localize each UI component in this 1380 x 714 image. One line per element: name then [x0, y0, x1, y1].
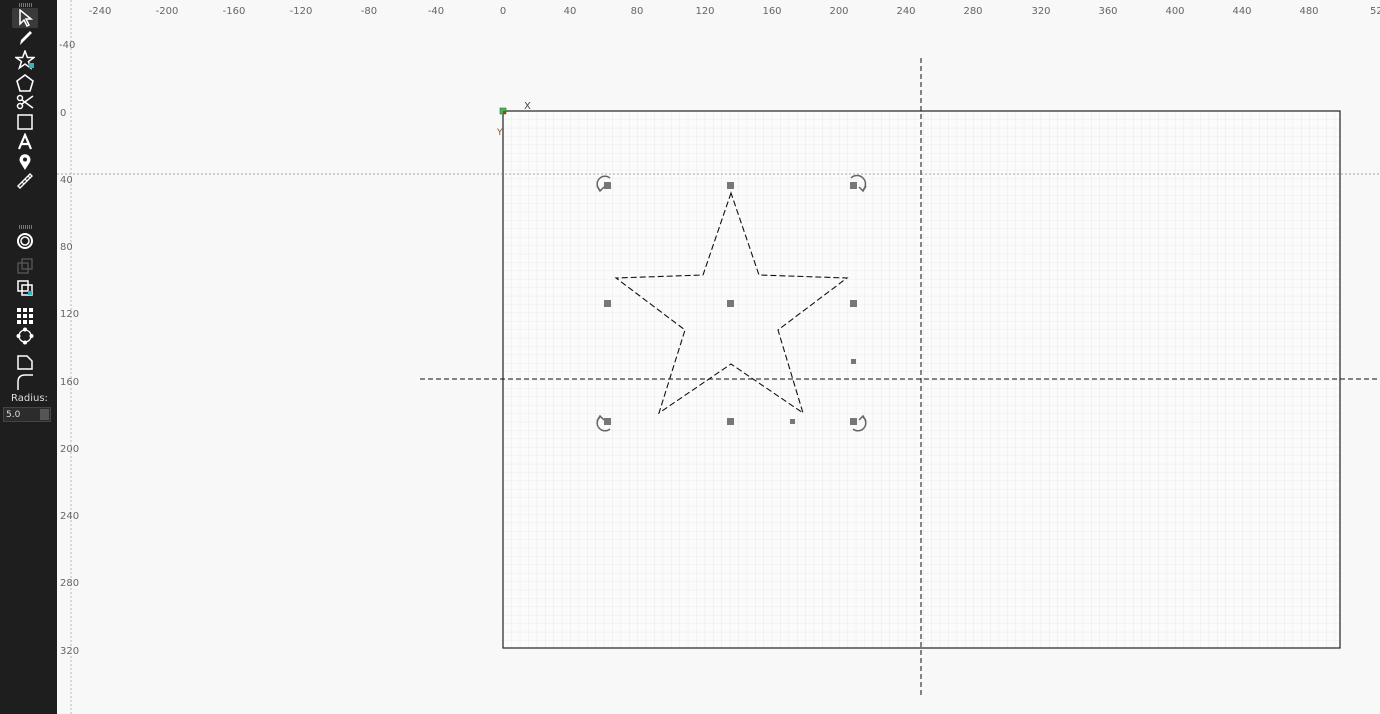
- resize-handle-right: [850, 300, 857, 307]
- ruler-label: 52: [1370, 6, 1380, 17]
- ruler-label: 40: [60, 175, 73, 186]
- circular-array-icon: [16, 327, 34, 345]
- ruler-label: -120: [290, 6, 313, 17]
- ruler-label: 160: [762, 6, 781, 17]
- ruler-label: 120: [60, 309, 79, 320]
- tool-palette: Radius:: [0, 0, 57, 714]
- ruler-label: 480: [1299, 6, 1318, 17]
- union-squares-icon: [17, 258, 33, 274]
- center-handle: [727, 300, 734, 307]
- radius-spinbox[interactable]: [3, 407, 51, 422]
- ruler-label: 200: [60, 444, 79, 455]
- ruler-label: 120: [695, 6, 714, 17]
- resize-handle-top: [727, 182, 734, 189]
- skew-handle-bottom: [790, 419, 795, 424]
- star-icon: [15, 50, 35, 70]
- top-ruler: -240 -200 -160 -120 -80 -40 0 40 80 120 …: [89, 6, 1380, 17]
- ruler-label: -40: [59, 40, 75, 51]
- fillet-button[interactable]: [12, 372, 38, 392]
- ruler-label: 360: [1098, 6, 1117, 17]
- measure-tool-button[interactable]: [12, 171, 38, 191]
- boolean-union-button[interactable]: [12, 256, 38, 276]
- drawing-canvas[interactable]: -240 -200 -160 -120 -80 -40 0 40 80 120 …: [57, 0, 1380, 714]
- ruler-label: 440: [1232, 6, 1251, 17]
- star-tool-button[interactable]: [12, 50, 38, 70]
- ruler-label: 240: [60, 511, 79, 522]
- y-axis-label: Y: [496, 128, 503, 138]
- select-arrow-icon: [19, 9, 33, 27]
- polygon-tool-button[interactable]: [12, 73, 38, 93]
- ruler-label: -40: [428, 6, 444, 17]
- boolean-intersect-button[interactable]: [12, 278, 38, 298]
- rectangle-tool-button[interactable]: [12, 112, 38, 132]
- ruler-label: -80: [361, 6, 377, 17]
- offset-ring-icon: [17, 233, 33, 249]
- scissors-icon: [16, 94, 34, 110]
- toolbar-grip[interactable]: [19, 3, 33, 7]
- scissors-tool-button[interactable]: [12, 92, 38, 112]
- ruler-label: 280: [60, 578, 79, 589]
- text-icon: [17, 133, 33, 150]
- map-pin-icon: [19, 154, 31, 170]
- toolbar-grip-2[interactable]: [19, 225, 33, 229]
- polygon-icon: [16, 74, 34, 92]
- corner-edit-button[interactable]: [12, 352, 38, 372]
- ruler-label: -200: [156, 6, 179, 17]
- ruler-label: 400: [1165, 6, 1184, 17]
- ruler-icon: [17, 173, 33, 189]
- ruler-label: 0: [60, 108, 66, 119]
- ruler-label: 80: [631, 6, 644, 17]
- resize-handle-bottom-right: [850, 418, 857, 425]
- pen-tool-button[interactable]: [12, 28, 38, 48]
- ruler-label: 200: [829, 6, 848, 17]
- resize-handle-bottom-left: [604, 418, 611, 425]
- x-axis-label: X: [524, 101, 531, 112]
- resize-handle-bottom: [727, 418, 734, 425]
- intersect-squares-icon: [17, 280, 33, 296]
- ruler-label: 160: [60, 377, 79, 388]
- text-tool-button[interactable]: [12, 132, 38, 152]
- radius-label: Radius:: [11, 393, 48, 404]
- ruler-label: 320: [60, 646, 79, 657]
- resize-handle-top-right: [850, 182, 857, 189]
- skew-handle-right: [851, 359, 856, 364]
- resize-handle-top-left: [604, 182, 611, 189]
- ruler-label: 240: [896, 6, 915, 17]
- select-tool-button[interactable]: [12, 8, 38, 28]
- ruler-label: 40: [564, 6, 577, 17]
- radius-input[interactable]: [6, 408, 34, 421]
- ruler-label: 280: [963, 6, 982, 17]
- left-ruler: -40 0 40 80 120 160 200 240 280 320: [59, 40, 79, 657]
- ruler-label: -240: [89, 6, 112, 17]
- pin-tool-button[interactable]: [12, 152, 38, 172]
- ruler-label: 80: [60, 242, 73, 253]
- grid-array-icon: [17, 308, 33, 324]
- circular-array-button[interactable]: [12, 326, 38, 346]
- fillet-icon: [17, 374, 33, 390]
- radius-spin-arrows[interactable]: [40, 409, 49, 420]
- offset-tool-button[interactable]: [12, 231, 38, 251]
- ruler-label: 320: [1031, 6, 1050, 17]
- resize-handle-left: [604, 300, 611, 307]
- pen-icon: [20, 31, 32, 45]
- rectangle-icon: [17, 114, 33, 130]
- ruler-label: 0: [500, 6, 506, 17]
- grid-array-button[interactable]: [12, 306, 38, 326]
- corner-edit-icon: [17, 355, 33, 370]
- ruler-label: -160: [223, 6, 246, 17]
